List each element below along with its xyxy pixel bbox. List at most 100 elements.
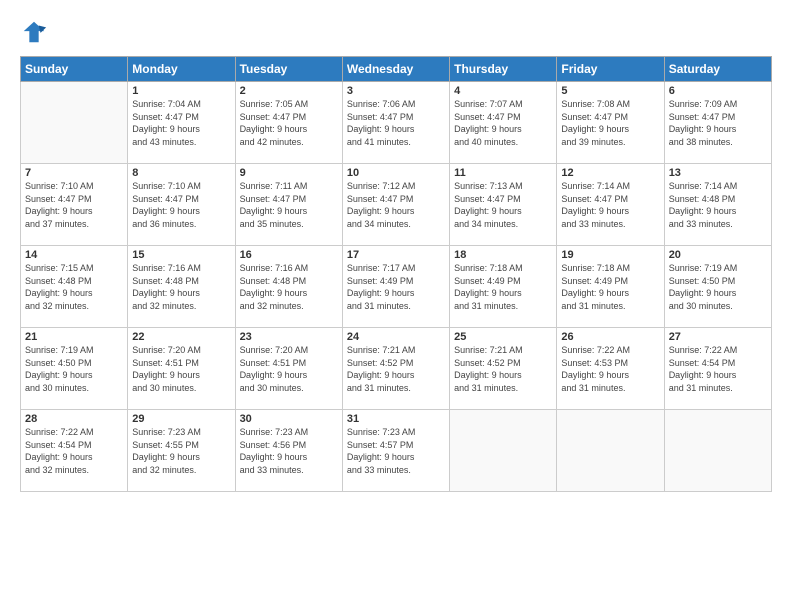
- day-number: 20: [669, 249, 767, 261]
- day-info: Sunrise: 7:09 AMSunset: 4:47 PMDaylight:…: [669, 98, 767, 148]
- weekday-header-row: SundayMondayTuesdayWednesdayThursdayFrid…: [21, 57, 772, 82]
- day-number: 4: [454, 85, 552, 97]
- day-info: Sunrise: 7:21 AMSunset: 4:52 PMDaylight:…: [347, 344, 445, 394]
- day-number: 25: [454, 331, 552, 343]
- day-info: Sunrise: 7:18 AMSunset: 4:49 PMDaylight:…: [561, 262, 659, 312]
- calendar-cell: [450, 410, 557, 492]
- calendar-cell: 20Sunrise: 7:19 AMSunset: 4:50 PMDayligh…: [664, 246, 771, 328]
- calendar-cell: 24Sunrise: 7:21 AMSunset: 4:52 PMDayligh…: [342, 328, 449, 410]
- day-number: 2: [240, 85, 338, 97]
- day-number: 23: [240, 331, 338, 343]
- day-number: 12: [561, 167, 659, 179]
- weekday-thursday: Thursday: [450, 57, 557, 82]
- day-info: Sunrise: 7:22 AMSunset: 4:54 PMDaylight:…: [25, 426, 123, 476]
- day-number: 31: [347, 413, 445, 425]
- day-number: 3: [347, 85, 445, 97]
- weekday-sunday: Sunday: [21, 57, 128, 82]
- day-info: Sunrise: 7:23 AMSunset: 4:55 PMDaylight:…: [132, 426, 230, 476]
- calendar-cell: 30Sunrise: 7:23 AMSunset: 4:56 PMDayligh…: [235, 410, 342, 492]
- day-number: 13: [669, 167, 767, 179]
- weekday-friday: Friday: [557, 57, 664, 82]
- day-info: Sunrise: 7:12 AMSunset: 4:47 PMDaylight:…: [347, 180, 445, 230]
- day-number: 21: [25, 331, 123, 343]
- day-number: 18: [454, 249, 552, 261]
- day-info: Sunrise: 7:06 AMSunset: 4:47 PMDaylight:…: [347, 98, 445, 148]
- calendar-cell: 31Sunrise: 7:23 AMSunset: 4:57 PMDayligh…: [342, 410, 449, 492]
- logo: [20, 18, 52, 46]
- day-number: 19: [561, 249, 659, 261]
- day-number: 29: [132, 413, 230, 425]
- week-row-2: 7Sunrise: 7:10 AMSunset: 4:47 PMDaylight…: [21, 164, 772, 246]
- calendar-cell: 11Sunrise: 7:13 AMSunset: 4:47 PMDayligh…: [450, 164, 557, 246]
- calendar-cell: 28Sunrise: 7:22 AMSunset: 4:54 PMDayligh…: [21, 410, 128, 492]
- weekday-saturday: Saturday: [664, 57, 771, 82]
- calendar-cell: 18Sunrise: 7:18 AMSunset: 4:49 PMDayligh…: [450, 246, 557, 328]
- day-info: Sunrise: 7:05 AMSunset: 4:47 PMDaylight:…: [240, 98, 338, 148]
- calendar-cell: [21, 82, 128, 164]
- day-number: 16: [240, 249, 338, 261]
- calendar-cell: 17Sunrise: 7:17 AMSunset: 4:49 PMDayligh…: [342, 246, 449, 328]
- calendar-cell: 26Sunrise: 7:22 AMSunset: 4:53 PMDayligh…: [557, 328, 664, 410]
- day-number: 9: [240, 167, 338, 179]
- page: SundayMondayTuesdayWednesdayThursdayFrid…: [0, 0, 792, 612]
- day-info: Sunrise: 7:14 AMSunset: 4:47 PMDaylight:…: [561, 180, 659, 230]
- day-info: Sunrise: 7:16 AMSunset: 4:48 PMDaylight:…: [240, 262, 338, 312]
- calendar-cell: 19Sunrise: 7:18 AMSunset: 4:49 PMDayligh…: [557, 246, 664, 328]
- calendar-cell: 8Sunrise: 7:10 AMSunset: 4:47 PMDaylight…: [128, 164, 235, 246]
- day-number: 24: [347, 331, 445, 343]
- day-number: 15: [132, 249, 230, 261]
- day-number: 10: [347, 167, 445, 179]
- day-info: Sunrise: 7:11 AMSunset: 4:47 PMDaylight:…: [240, 180, 338, 230]
- calendar-cell: 27Sunrise: 7:22 AMSunset: 4:54 PMDayligh…: [664, 328, 771, 410]
- header: [20, 18, 772, 46]
- calendar-cell: 13Sunrise: 7:14 AMSunset: 4:48 PMDayligh…: [664, 164, 771, 246]
- day-number: 7: [25, 167, 123, 179]
- day-info: Sunrise: 7:10 AMSunset: 4:47 PMDaylight:…: [132, 180, 230, 230]
- day-info: Sunrise: 7:19 AMSunset: 4:50 PMDaylight:…: [669, 262, 767, 312]
- calendar-cell: 4Sunrise: 7:07 AMSunset: 4:47 PMDaylight…: [450, 82, 557, 164]
- day-info: Sunrise: 7:08 AMSunset: 4:47 PMDaylight:…: [561, 98, 659, 148]
- calendar-cell: 16Sunrise: 7:16 AMSunset: 4:48 PMDayligh…: [235, 246, 342, 328]
- logo-icon: [20, 18, 48, 46]
- calendar-cell: 29Sunrise: 7:23 AMSunset: 4:55 PMDayligh…: [128, 410, 235, 492]
- day-number: 5: [561, 85, 659, 97]
- day-info: Sunrise: 7:23 AMSunset: 4:57 PMDaylight:…: [347, 426, 445, 476]
- day-info: Sunrise: 7:22 AMSunset: 4:53 PMDaylight:…: [561, 344, 659, 394]
- day-number: 28: [25, 413, 123, 425]
- day-info: Sunrise: 7:22 AMSunset: 4:54 PMDaylight:…: [669, 344, 767, 394]
- day-number: 26: [561, 331, 659, 343]
- day-info: Sunrise: 7:23 AMSunset: 4:56 PMDaylight:…: [240, 426, 338, 476]
- weekday-wednesday: Wednesday: [342, 57, 449, 82]
- day-number: 6: [669, 85, 767, 97]
- calendar-table: SundayMondayTuesdayWednesdayThursdayFrid…: [20, 56, 772, 492]
- day-info: Sunrise: 7:19 AMSunset: 4:50 PMDaylight:…: [25, 344, 123, 394]
- week-row-3: 14Sunrise: 7:15 AMSunset: 4:48 PMDayligh…: [21, 246, 772, 328]
- calendar-cell: 21Sunrise: 7:19 AMSunset: 4:50 PMDayligh…: [21, 328, 128, 410]
- calendar-cell: 10Sunrise: 7:12 AMSunset: 4:47 PMDayligh…: [342, 164, 449, 246]
- calendar-cell: [664, 410, 771, 492]
- calendar-cell: 22Sunrise: 7:20 AMSunset: 4:51 PMDayligh…: [128, 328, 235, 410]
- weekday-tuesday: Tuesday: [235, 57, 342, 82]
- calendar-cell: 12Sunrise: 7:14 AMSunset: 4:47 PMDayligh…: [557, 164, 664, 246]
- weekday-monday: Monday: [128, 57, 235, 82]
- calendar-cell: 25Sunrise: 7:21 AMSunset: 4:52 PMDayligh…: [450, 328, 557, 410]
- day-info: Sunrise: 7:20 AMSunset: 4:51 PMDaylight:…: [132, 344, 230, 394]
- week-row-5: 28Sunrise: 7:22 AMSunset: 4:54 PMDayligh…: [21, 410, 772, 492]
- calendar-cell: 5Sunrise: 7:08 AMSunset: 4:47 PMDaylight…: [557, 82, 664, 164]
- calendar-cell: 3Sunrise: 7:06 AMSunset: 4:47 PMDaylight…: [342, 82, 449, 164]
- day-number: 1: [132, 85, 230, 97]
- day-info: Sunrise: 7:04 AMSunset: 4:47 PMDaylight:…: [132, 98, 230, 148]
- week-row-4: 21Sunrise: 7:19 AMSunset: 4:50 PMDayligh…: [21, 328, 772, 410]
- day-info: Sunrise: 7:21 AMSunset: 4:52 PMDaylight:…: [454, 344, 552, 394]
- day-info: Sunrise: 7:10 AMSunset: 4:47 PMDaylight:…: [25, 180, 123, 230]
- day-number: 8: [132, 167, 230, 179]
- day-number: 27: [669, 331, 767, 343]
- calendar-cell: [557, 410, 664, 492]
- day-info: Sunrise: 7:07 AMSunset: 4:47 PMDaylight:…: [454, 98, 552, 148]
- day-number: 14: [25, 249, 123, 261]
- day-info: Sunrise: 7:15 AMSunset: 4:48 PMDaylight:…: [25, 262, 123, 312]
- calendar-cell: 1Sunrise: 7:04 AMSunset: 4:47 PMDaylight…: [128, 82, 235, 164]
- calendar-cell: 14Sunrise: 7:15 AMSunset: 4:48 PMDayligh…: [21, 246, 128, 328]
- day-info: Sunrise: 7:13 AMSunset: 4:47 PMDaylight:…: [454, 180, 552, 230]
- day-number: 22: [132, 331, 230, 343]
